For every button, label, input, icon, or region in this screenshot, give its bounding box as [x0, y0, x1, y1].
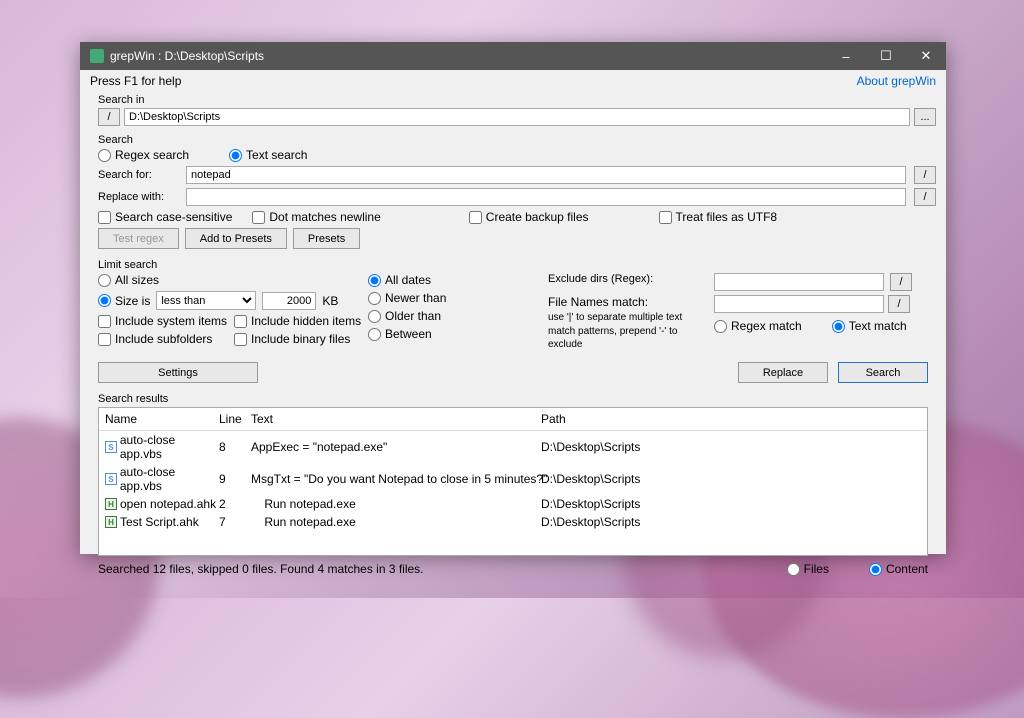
- include-hidden-check[interactable]: Include hidden items: [234, 314, 361, 328]
- path-cell: D:\Desktop\Scripts: [541, 515, 921, 529]
- searchin-slash-button[interactable]: /: [98, 108, 120, 126]
- replace-button[interactable]: Replace: [738, 362, 828, 383]
- table-row[interactable]: Sauto-close app.vbs9MsgTxt = "Do you wan…: [99, 463, 927, 495]
- include-subfolders-check[interactable]: Include subfolders: [98, 332, 228, 346]
- replacewith-slash-button[interactable]: /: [914, 188, 936, 206]
- sizeis-radio[interactable]: Size is: [98, 294, 150, 308]
- line-cell: 2: [219, 497, 251, 511]
- filenames-input[interactable]: [714, 295, 884, 313]
- app-icon: [90, 49, 104, 63]
- files-radio[interactable]: Files: [787, 562, 829, 576]
- replacewith-label: Replace with:: [98, 191, 178, 203]
- include-binary-check[interactable]: Include binary files: [234, 332, 350, 346]
- filenames-label: File Names match:use '|' to separate mul…: [548, 295, 708, 352]
- col-text[interactable]: Text: [251, 412, 541, 426]
- file-icon: H: [105, 498, 117, 510]
- col-name[interactable]: Name: [105, 412, 219, 426]
- about-link[interactable]: About grepWin: [857, 74, 936, 88]
- searchfor-label: Search for:: [98, 169, 178, 181]
- content-radio[interactable]: Content: [869, 562, 928, 576]
- col-path[interactable]: Path: [541, 412, 921, 426]
- text-cell: Run notepad.exe: [251, 515, 541, 529]
- main-window: grepWin : D:\Desktop\Scripts – ☐ ✕ Press…: [80, 42, 946, 554]
- presets-button[interactable]: Presets: [293, 228, 360, 249]
- file-icon: S: [105, 441, 117, 453]
- path-cell: D:\Desktop\Scripts: [541, 472, 921, 486]
- newer-radio[interactable]: Newer than: [368, 291, 446, 305]
- line-cell: 8: [219, 440, 251, 454]
- textmatch-radio[interactable]: Text match: [832, 319, 907, 333]
- text-cell: MsgTxt = "Do you want Notepad to close i…: [251, 472, 541, 486]
- sizeval-input[interactable]: [262, 292, 316, 310]
- file-icon: H: [105, 516, 117, 528]
- search-group-label: Search: [98, 134, 936, 146]
- status-text: Searched 12 files, skipped 0 files. Foun…: [98, 562, 424, 576]
- file-name: auto-close app.vbs: [120, 465, 219, 493]
- alldates-radio[interactable]: All dates: [368, 273, 431, 287]
- searchin-input[interactable]: [124, 108, 910, 126]
- include-system-check[interactable]: Include system items: [98, 314, 228, 328]
- regexmatch-radio[interactable]: Regex match: [714, 319, 802, 333]
- table-row[interactable]: HTest Script.ahk 7 Run notepad.exeD:\Desk…: [99, 513, 927, 531]
- excldirs-input[interactable]: [714, 273, 884, 291]
- path-cell: D:\Desktop\Scripts: [541, 440, 921, 454]
- text-cell: Run notepad.exe: [251, 497, 541, 511]
- close-button[interactable]: ✕: [906, 42, 946, 70]
- file-name: Test Script.ahk: [120, 515, 199, 529]
- text-cell: AppExec = "notepad.exe": [251, 440, 541, 454]
- file-name: open notepad.ahk: [120, 497, 216, 511]
- excldirs-label: Exclude dirs (Regex):: [548, 273, 708, 287]
- sizeop-select[interactable]: less than: [156, 291, 256, 310]
- col-line[interactable]: Line: [219, 412, 251, 426]
- older-radio[interactable]: Older than: [368, 309, 441, 323]
- minimize-button[interactable]: –: [826, 42, 866, 70]
- text-search-radio[interactable]: Text search: [229, 148, 307, 162]
- regex-search-radio[interactable]: Regex search: [98, 148, 189, 162]
- between-radio[interactable]: Between: [368, 327, 432, 341]
- replacewith-input[interactable]: [186, 188, 906, 206]
- limit-label: Limit search: [98, 259, 936, 271]
- searchfor-input[interactable]: [186, 166, 906, 184]
- searchin-label: Search in: [98, 94, 936, 106]
- browse-button[interactable]: ...: [914, 108, 936, 126]
- filenames-slash-button[interactable]: /: [888, 295, 910, 313]
- titlebar[interactable]: grepWin : D:\Desktop\Scripts – ☐ ✕: [80, 42, 946, 70]
- test-regex-button[interactable]: Test regex: [98, 228, 179, 249]
- kb-label: KB: [322, 294, 338, 308]
- backup-check[interactable]: Create backup files: [469, 210, 589, 224]
- line-cell: 9: [219, 472, 251, 486]
- file-name: auto-close app.vbs: [120, 433, 219, 461]
- line-cell: 7: [219, 515, 251, 529]
- table-row[interactable]: Sauto-close app.vbs8AppExec = "notepad.e…: [99, 431, 927, 463]
- table-row[interactable]: Hopen notepad.ahk2 Run notepad.exeD:\Des…: [99, 495, 927, 513]
- settings-button[interactable]: Settings: [98, 362, 258, 383]
- search-button[interactable]: Search: [838, 362, 928, 383]
- dot-newline-check[interactable]: Dot matches newline: [252, 210, 380, 224]
- results-label: Search results: [98, 393, 936, 405]
- utf8-check[interactable]: Treat files as UTF8: [659, 210, 778, 224]
- path-cell: D:\Desktop\Scripts: [541, 497, 921, 511]
- results-list[interactable]: Name Line Text Path Sauto-close app.vbs8…: [98, 407, 928, 556]
- searchfor-slash-button[interactable]: /: [914, 166, 936, 184]
- help-hint: Press F1 for help: [90, 74, 181, 88]
- case-sensitive-check[interactable]: Search case-sensitive: [98, 210, 232, 224]
- maximize-button[interactable]: ☐: [866, 42, 906, 70]
- allsizes-radio[interactable]: All sizes: [98, 273, 159, 287]
- file-icon: S: [105, 473, 117, 485]
- add-presets-button[interactable]: Add to Presets: [185, 228, 287, 249]
- excldirs-slash-button[interactable]: /: [890, 273, 912, 291]
- window-title: grepWin : D:\Desktop\Scripts: [110, 49, 264, 63]
